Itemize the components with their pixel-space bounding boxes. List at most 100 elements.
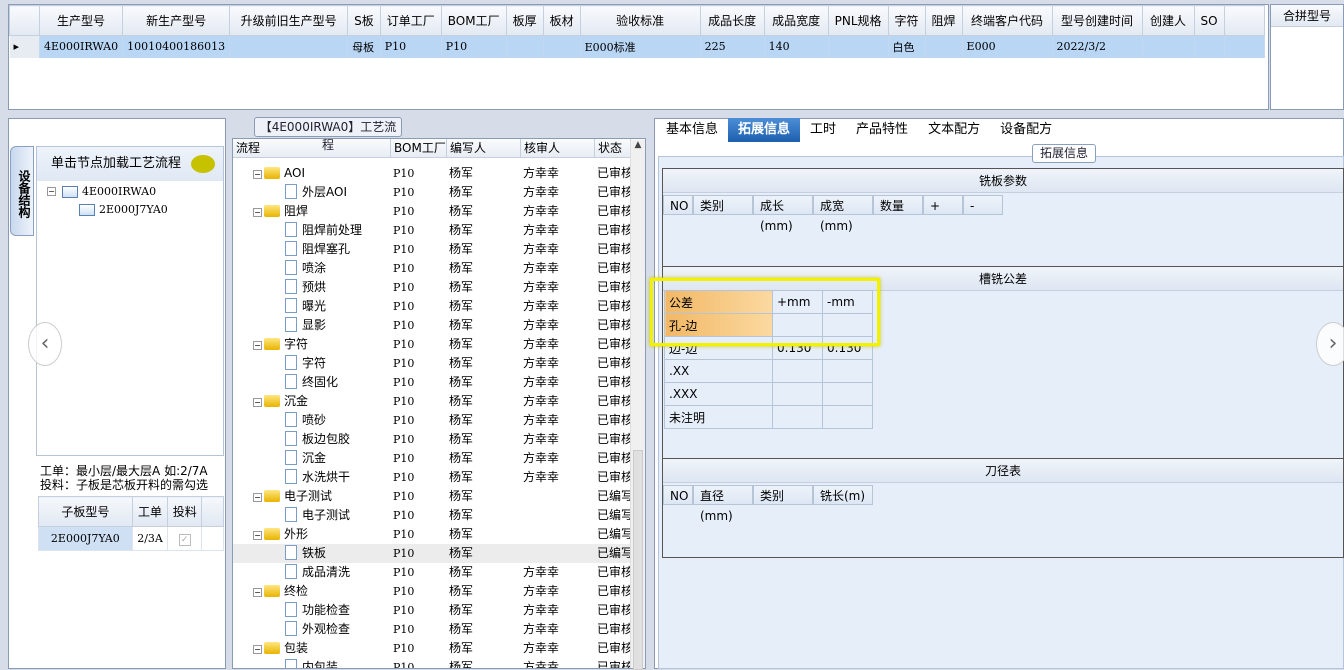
cell[interactable]: 10010400186013 bbox=[122, 35, 231, 58]
table-row[interactable]: .XX bbox=[664, 359, 873, 383]
tab[interactable]: 产品特性 bbox=[846, 118, 918, 142]
tab[interactable]: 拓展信息 bbox=[728, 118, 801, 142]
cell[interactable]: P10 bbox=[380, 35, 442, 58]
list-item[interactable]: − 外形 P10 杨军 已编写 bbox=[233, 525, 645, 544]
cell[interactable]: E000标准 bbox=[580, 35, 701, 58]
prev-arrow-icon[interactable]: ‹ bbox=[28, 322, 62, 366]
cell[interactable]: 白色 bbox=[888, 35, 926, 58]
table-row[interactable]: 未注明 bbox=[664, 405, 873, 429]
col-header[interactable]: 数量 bbox=[873, 195, 923, 215]
col-header[interactable]: 阻焊 bbox=[924, 5, 963, 36]
list-item[interactable]: 铁板 P10 杨军 已编写 bbox=[233, 544, 645, 563]
cell[interactable]: 140 bbox=[764, 35, 829, 58]
list-item[interactable]: − 沉金 P10 杨军 方幸幸 已审核 bbox=[233, 392, 645, 411]
col-header[interactable]: BOM工厂 bbox=[391, 139, 447, 157]
list-item[interactable]: 曝光 P10 杨军 方幸幸 已审核 bbox=[233, 297, 645, 316]
collapse-icon[interactable]: − bbox=[253, 531, 262, 540]
col-header[interactable]: S板 bbox=[347, 5, 381, 36]
feed-checkbox[interactable]: ✓ bbox=[167, 526, 202, 551]
cell[interactable]: 4E000IRWA0 bbox=[39, 35, 124, 58]
scroll-thumb[interactable] bbox=[633, 450, 643, 670]
cell[interactable]: 2/3A bbox=[131, 526, 169, 551]
col-header[interactable]: 板厚 bbox=[505, 5, 544, 36]
col-header[interactable]: BOM工厂 bbox=[440, 5, 507, 36]
table-row[interactable]: 2E000J7YA0 2/3A ✓ bbox=[38, 526, 224, 551]
list-item[interactable]: 喷涂 P10 杨军 方幸幸 已审核 bbox=[233, 259, 645, 278]
tab-structure[interactable]: 设备结构 bbox=[10, 146, 34, 236]
col-header[interactable]: 类别 bbox=[753, 485, 813, 505]
col-header[interactable]: 升级前旧生产型号 bbox=[229, 5, 349, 36]
col-header[interactable]: 直径(mm) bbox=[693, 485, 753, 523]
col-header[interactable]: + bbox=[923, 195, 963, 215]
list-item[interactable]: 沉金 P10 杨军 方幸幸 已审核 bbox=[233, 449, 645, 468]
cell[interactable] bbox=[772, 405, 823, 429]
col-header[interactable]: 成长(mm) bbox=[753, 195, 813, 233]
col-header[interactable]: 状态 bbox=[595, 139, 631, 157]
col-header[interactable]: 类别 bbox=[693, 195, 753, 215]
col-header[interactable]: PNL规格 bbox=[827, 5, 889, 36]
col-header[interactable]: 型号创建时间 bbox=[1051, 5, 1143, 36]
col-header[interactable]: 成宽(mm) bbox=[813, 195, 873, 233]
list-item[interactable]: 外层AOI P10 杨军 方幸幸 已审核 bbox=[233, 183, 645, 202]
next-arrow-icon[interactable]: › bbox=[1316, 322, 1344, 366]
collapse-icon[interactable]: − bbox=[253, 170, 262, 179]
list-item[interactable]: − AOI P10 杨军 方幸幸 已审核 bbox=[233, 164, 645, 183]
list-item[interactable]: 阻焊塞孔 P10 杨军 方幸幸 已审核 bbox=[233, 240, 645, 259]
cell[interactable] bbox=[925, 35, 963, 58]
col-header[interactable]: 编写人 bbox=[447, 139, 521, 157]
col-header[interactable]: 板材 bbox=[542, 5, 581, 36]
comment-icon[interactable] bbox=[191, 155, 215, 173]
tab[interactable]: 工时 bbox=[800, 118, 846, 142]
collapse-icon[interactable]: − bbox=[253, 341, 262, 350]
cell[interactable] bbox=[1194, 35, 1225, 58]
cell[interactable] bbox=[822, 359, 873, 383]
col-header[interactable]: 生产型号 bbox=[38, 5, 124, 36]
cell[interactable]: 母板 bbox=[347, 35, 381, 58]
list-item[interactable]: 喷砂 P10 杨军 方幸幸 已审核 bbox=[233, 411, 645, 430]
list-item[interactable]: 显影 P10 杨军 方幸幸 已审核 bbox=[233, 316, 645, 335]
list-item[interactable]: − 终检 P10 杨军 方幸幸 已审核 bbox=[233, 582, 645, 601]
list-item[interactable]: − 阻焊 P10 杨军 方幸幸 已审核 bbox=[233, 202, 645, 221]
list-item[interactable]: 电子测试 P10 杨军 已编写 bbox=[233, 506, 645, 525]
col-header[interactable]: 终端客户代码 bbox=[961, 5, 1053, 36]
col-header[interactable]: NO bbox=[663, 195, 693, 215]
tab[interactable]: 基本信息 bbox=[656, 118, 728, 142]
cell[interactable] bbox=[229, 35, 349, 58]
list-item[interactable]: 终固化 P10 杨军 方幸幸 已审核 bbox=[233, 373, 645, 392]
col-header[interactable]: 流程 bbox=[233, 139, 391, 157]
tree-node-root[interactable]: − 4E000IRWA0 bbox=[47, 185, 156, 198]
cell[interactable]: E000 bbox=[962, 35, 1053, 58]
list-item[interactable]: 成品清洗 P10 杨军 方幸幸 已审核 bbox=[233, 563, 645, 582]
list-item[interactable]: 内包装 P10 杨军 方幸幸 已审核 bbox=[233, 658, 645, 668]
col-header[interactable]: SO bbox=[1193, 5, 1225, 36]
list-item[interactable]: 板边包胶 P10 杨军 方幸幸 已审核 bbox=[233, 430, 645, 449]
cell[interactable]: 2022/3/2 bbox=[1052, 35, 1143, 58]
tab[interactable]: 文本配方 bbox=[918, 118, 990, 142]
col-header[interactable]: - bbox=[963, 195, 1003, 215]
list-item[interactable]: − 电子测试 P10 杨军 已编写 bbox=[233, 487, 645, 506]
list-item[interactable]: 功能检查 P10 杨军 方幸幸 已审核 bbox=[233, 601, 645, 620]
col-header[interactable]: 订单工厂 bbox=[379, 5, 442, 36]
col-header[interactable]: 新生产型号 bbox=[122, 5, 231, 36]
list-item[interactable]: 水洗烘干 P10 杨军 方幸幸 已审核 bbox=[233, 468, 645, 487]
col-header[interactable]: 创建人 bbox=[1141, 5, 1195, 36]
cell[interactable] bbox=[1142, 35, 1195, 58]
cell[interactable] bbox=[506, 35, 544, 58]
list-item[interactable]: 预烘 P10 杨军 方幸幸 已审核 bbox=[233, 278, 645, 297]
col-header[interactable]: 成品长度 bbox=[699, 5, 765, 36]
cell[interactable] bbox=[543, 35, 581, 58]
col-header[interactable]: NO bbox=[663, 485, 693, 505]
list-item[interactable]: − 包装 P10 杨军 方幸幸 已审核 bbox=[233, 639, 645, 658]
scrollbar[interactable]: ▲ bbox=[630, 140, 645, 670]
col-header[interactable]: 成品宽度 bbox=[763, 5, 829, 36]
cell[interactable] bbox=[822, 405, 873, 429]
list-item[interactable]: 阻焊前处理 P10 杨军 方幸幸 已审核 bbox=[233, 221, 645, 240]
cell[interactable] bbox=[822, 382, 873, 406]
cell[interactable]: 225 bbox=[700, 35, 765, 58]
cell[interactable] bbox=[772, 382, 823, 406]
list-item[interactable]: 字符 P10 杨军 方幸幸 已审核 bbox=[233, 354, 645, 373]
cell[interactable] bbox=[772, 359, 823, 383]
collapse-icon[interactable]: − bbox=[253, 493, 262, 502]
col-header[interactable]: 字符 bbox=[887, 5, 926, 36]
tree-node-child[interactable]: 2E000J7YA0 bbox=[79, 203, 168, 216]
